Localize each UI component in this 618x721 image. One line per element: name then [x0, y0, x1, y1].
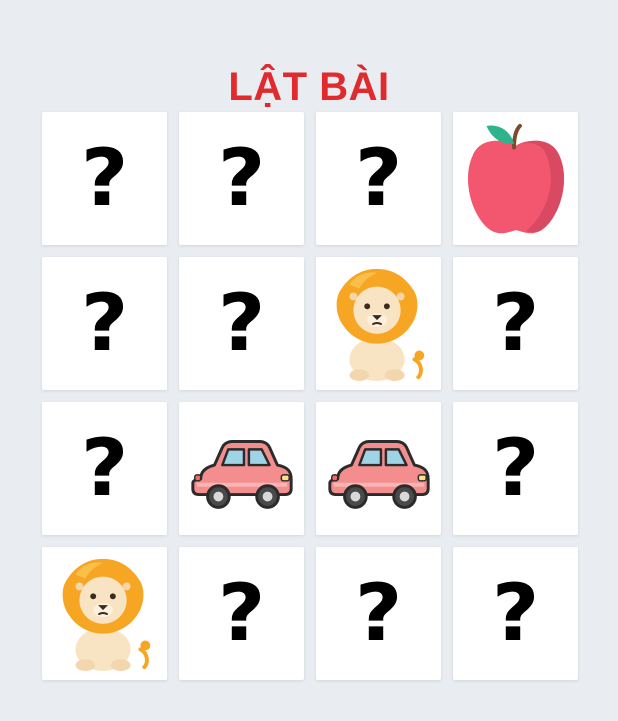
- lion-icon: [320, 265, 438, 383]
- card-5[interactable]: ?: [42, 257, 167, 390]
- card-16[interactable]: ?: [453, 547, 578, 680]
- card-grid: ??? ?? ?? ? ? ? ?: [42, 112, 578, 680]
- card-1[interactable]: ?: [42, 112, 167, 245]
- game-title: LẬT BÀI: [228, 64, 390, 109]
- card-6[interactable]: ?: [179, 257, 304, 390]
- card-12[interactable]: ?: [453, 402, 578, 535]
- question-mark-icon: ?: [217, 278, 266, 369]
- card-15[interactable]: ?: [316, 547, 441, 680]
- question-mark-icon: ?: [217, 133, 266, 224]
- question-mark-icon: ?: [491, 278, 540, 369]
- question-mark-icon: ?: [491, 568, 540, 659]
- question-mark-icon: ?: [491, 423, 540, 514]
- apple-icon: [457, 120, 575, 238]
- question-mark-icon: ?: [80, 423, 129, 514]
- card-10[interactable]: [179, 402, 304, 535]
- card-13[interactable]: [42, 547, 167, 680]
- lion-icon: [46, 555, 164, 673]
- car-icon: [320, 410, 438, 528]
- question-mark-icon: ?: [217, 568, 266, 659]
- question-mark-icon: ?: [80, 133, 129, 224]
- card-4[interactable]: [453, 112, 578, 245]
- card-11[interactable]: [316, 402, 441, 535]
- question-mark-icon: ?: [80, 278, 129, 369]
- card-14[interactable]: ?: [179, 547, 304, 680]
- question-mark-icon: ?: [354, 568, 403, 659]
- question-mark-icon: ?: [354, 133, 403, 224]
- card-3[interactable]: ?: [316, 112, 441, 245]
- card-2[interactable]: ?: [179, 112, 304, 245]
- card-7[interactable]: [316, 257, 441, 390]
- card-9[interactable]: ?: [42, 402, 167, 535]
- car-icon: [183, 410, 301, 528]
- card-8[interactable]: ?: [453, 257, 578, 390]
